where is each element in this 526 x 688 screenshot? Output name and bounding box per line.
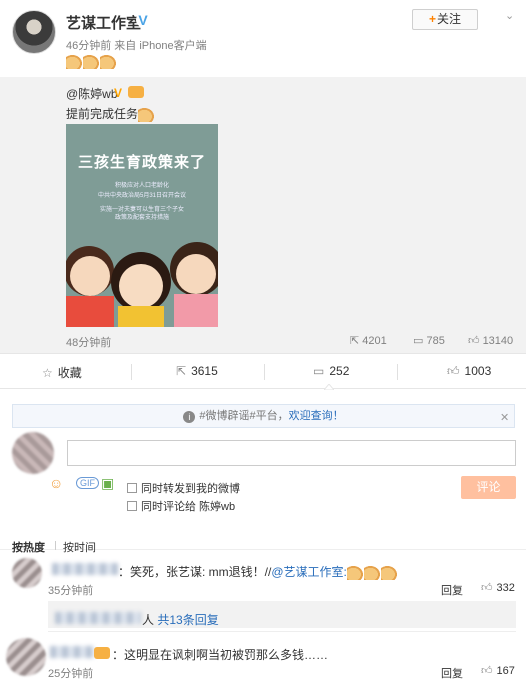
member-badge-icon xyxy=(128,86,144,98)
submit-comment-button[interactable]: 评论 xyxy=(461,476,516,499)
divider xyxy=(55,541,56,550)
emoji-icon[interactable]: ☺ xyxy=(49,475,63,491)
thumbs-up-icon: 👍︎ xyxy=(468,335,483,347)
poster-line: 中共中央政治局5月31日召开会议 xyxy=(97,193,186,199)
repost-image[interactable]: 三孩生育政策来了 积极应对人口老龄化 中共中央政治局5月31日召开会议 实施一对… xyxy=(66,124,218,327)
kid-shirt xyxy=(174,294,218,327)
muscle-emoji-icon xyxy=(346,565,363,580)
follow-label: 关注 xyxy=(437,12,462,26)
repost-text: 提前完成任务 xyxy=(66,105,155,122)
kid-face xyxy=(176,254,216,294)
sort-by-hot-tab[interactable]: 按热度 xyxy=(12,539,45,555)
kid-shirt xyxy=(66,296,114,327)
more-replies: 人 共13条回复 xyxy=(142,613,219,627)
post-meta: 46分钟前 来自 iPhone客户端 xyxy=(66,40,207,52)
divider xyxy=(397,364,398,380)
kid-face xyxy=(119,264,163,308)
muscle-emoji-icon xyxy=(138,107,155,122)
commenter-name[interactable] xyxy=(50,646,94,658)
poster-line: 积极应对人口老龄化 xyxy=(114,183,169,189)
thumbs-up-icon: 👍︎ xyxy=(447,364,460,378)
muscle-emoji-icon xyxy=(100,54,116,69)
thumbs-up-icon: 👍︎ xyxy=(481,665,493,677)
author-name[interactable]: 艺谋工作室 xyxy=(66,12,141,33)
post-emoji-row xyxy=(66,54,117,69)
divider xyxy=(131,364,132,380)
favorite-button[interactable]: ☆ 收藏 xyxy=(42,364,82,381)
commenter-name[interactable] xyxy=(52,563,118,575)
chevron-down-icon[interactable]: ⌄ xyxy=(505,9,514,22)
follow-button[interactable]: +关注 xyxy=(412,9,478,30)
rumor-notice-banner: i #微博辟谣#平台，欢迎查询！ xyxy=(12,404,515,428)
vip-verified-icon: V xyxy=(114,86,123,100)
comment-to-author-checkbox[interactable]: 同时评论给 陈婷wb xyxy=(127,498,235,514)
muscle-emoji-icon xyxy=(363,565,380,580)
poster-line: 政策及配套支持措施 xyxy=(114,215,169,221)
share-icon: ⇱ xyxy=(176,364,187,378)
notice-text: #微博辟谣#平台， xyxy=(199,410,289,422)
comment-like-button[interactable]: 👍︎ 167 xyxy=(481,664,515,677)
comment-icon: ▭ xyxy=(313,364,325,378)
muscle-emoji-icon xyxy=(66,54,82,69)
reply-button[interactable]: 回复 xyxy=(441,665,463,681)
image-icon[interactable]: ▣ xyxy=(101,475,114,492)
repost-author-link[interactable]: @陈婷wb xyxy=(66,85,118,102)
poster-title: 三孩生育政策来了 xyxy=(77,154,206,171)
checkbox-box[interactable] xyxy=(127,501,137,511)
kid-shirt xyxy=(118,306,164,327)
comment-icon: ▭ xyxy=(413,335,427,347)
sort-by-time-tab[interactable]: 按时间 xyxy=(63,539,96,555)
commenter-avatar[interactable] xyxy=(12,558,42,588)
mention-link[interactable]: @艺谋工作室: xyxy=(271,565,347,579)
comment-time: 25分钟前 xyxy=(48,668,94,680)
thumbs-up-icon: 👍︎ xyxy=(481,582,493,594)
poster-line: 实施一对夫妻可以生育三个子女 xyxy=(99,207,184,213)
notice-link[interactable]: 欢迎查询！ xyxy=(289,410,344,422)
share-icon: ⇱ xyxy=(350,335,363,347)
reply-button[interactable]: 回复 xyxy=(441,582,463,598)
comment-time: 35分钟前 xyxy=(48,585,94,597)
active-tab-caret-icon xyxy=(324,384,334,390)
info-icon: i xyxy=(183,411,196,423)
commenter-avatar[interactable] xyxy=(6,638,46,676)
repost-like-button[interactable]: 👍︎ 13140 xyxy=(468,334,513,347)
verified-icon: V xyxy=(136,13,150,27)
muscle-emoji-icon xyxy=(380,565,397,580)
sub-reply-names xyxy=(55,612,141,624)
comment-text: ：这明显在讽刺啊当初被罚那么多钱…… xyxy=(112,648,329,662)
divider xyxy=(48,631,516,632)
user-avatar xyxy=(12,432,54,474)
like-button[interactable]: 👍︎ 1003 xyxy=(447,364,491,379)
member-badge-icon xyxy=(94,647,110,659)
gif-icon[interactable]: GIF xyxy=(76,477,99,489)
comment-text: ：笑死，张艺谋: mm退钱！//@艺谋工作室: xyxy=(118,563,398,580)
repost-comment-button[interactable]: ▭ 785 xyxy=(413,334,445,347)
close-icon[interactable]: ✕ xyxy=(500,411,509,424)
checkbox-box[interactable] xyxy=(127,483,137,493)
plus-icon: + xyxy=(428,12,436,26)
comment-input[interactable] xyxy=(67,440,516,466)
divider xyxy=(264,364,265,380)
muscle-emoji-icon xyxy=(83,54,99,69)
repost-to-weibo-checkbox[interactable]: 同时转发到我的微博 xyxy=(127,480,240,496)
repost-share-button[interactable]: ⇱ 4201 xyxy=(350,334,387,347)
repost-button[interactable]: ⇱ 3615 xyxy=(176,364,218,378)
repost-time: 48分钟前 xyxy=(66,337,112,349)
comment-like-button[interactable]: 👍︎ 332 xyxy=(481,581,515,594)
author-avatar[interactable] xyxy=(12,10,56,54)
kid-face xyxy=(70,256,110,296)
comment-button[interactable]: ▭ 252 xyxy=(313,364,349,378)
star-icon: ☆ xyxy=(42,366,53,380)
view-all-replies-link[interactable]: 共13条回复 xyxy=(157,613,218,627)
